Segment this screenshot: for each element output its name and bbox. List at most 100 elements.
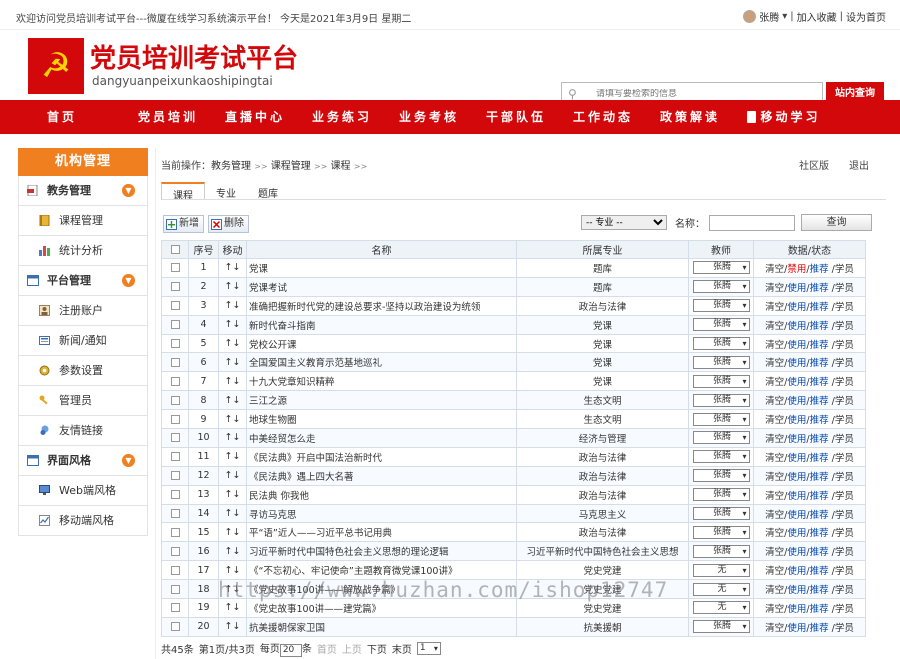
row-checkbox[interactable]: [170, 565, 180, 575]
teacher-select[interactable]: 张腾: [692, 299, 750, 313]
first-page-link[interactable]: 首页: [317, 641, 337, 656]
row-checkbox[interactable]: [170, 490, 180, 500]
table-row[interactable]: 15↑↓平“语”近人——习近平总书记用典政治与法律张腾清空/使用/推荐 /学员: [161, 522, 866, 543]
teacher-select[interactable]: 张腾: [692, 488, 750, 502]
teacher-select[interactable]: 无: [692, 563, 750, 577]
recommend-link[interactable]: 推荐: [810, 453, 829, 464]
recommend-link[interactable]: 推荐: [810, 585, 829, 596]
clear-link[interactable]: 清空: [765, 358, 784, 369]
sidebar-item-links[interactable]: 友情链接: [18, 416, 148, 446]
query-button[interactable]: 查询: [801, 214, 872, 231]
recommend-link[interactable]: 推荐: [810, 547, 829, 558]
recommend-link[interactable]: 推荐: [810, 396, 829, 407]
sidebar-item-web-style[interactable]: Web端风格: [18, 476, 148, 506]
last-page-link[interactable]: 末页: [392, 641, 412, 656]
name-input[interactable]: [709, 214, 795, 231]
table-row[interactable]: 1↑↓党课题库张腾清空/禁用/推荐 /学员: [161, 258, 866, 278]
table-row[interactable]: 11↑↓《民法典》开启中国法治新时代政治与法律张腾清空/使用/推荐 /学员: [161, 446, 866, 467]
students-link[interactable]: 学员: [835, 623, 854, 634]
page-size-input[interactable]: 20: [279, 644, 302, 657]
breadcrumb-item[interactable]: 课程: [331, 161, 351, 172]
status-toggle-link[interactable]: 使用: [787, 528, 806, 539]
move-arrows-icon[interactable]: ↑↓: [218, 503, 247, 524]
clear-link[interactable]: 清空: [765, 396, 784, 407]
sidebar-group-style[interactable]: 界面风格 ▼: [18, 446, 148, 476]
clear-link[interactable]: 清空: [765, 377, 784, 388]
status-toggle-link[interactable]: 使用: [787, 302, 806, 313]
row-checkbox[interactable]: [170, 357, 180, 367]
row-checkbox[interactable]: [170, 263, 180, 273]
chevron-down-icon[interactable]: ▼: [122, 184, 135, 197]
students-link[interactable]: 学员: [835, 472, 854, 483]
chevron-down-icon[interactable]: ▼: [122, 454, 135, 467]
nav-item-home[interactable]: 首页: [0, 100, 124, 134]
status-toggle-link[interactable]: 使用: [787, 510, 806, 521]
teacher-select[interactable]: 张腾: [692, 355, 750, 369]
students-link[interactable]: 学员: [835, 434, 854, 445]
status-toggle-link[interactable]: 使用: [787, 491, 806, 502]
delete-button[interactable]: 删除: [208, 215, 249, 233]
breadcrumb-item[interactable]: 教务管理: [211, 161, 251, 172]
move-arrows-icon[interactable]: ↑↓: [218, 276, 247, 297]
teacher-select[interactable]: 张腾: [692, 374, 750, 388]
move-arrows-icon[interactable]: ↑↓: [218, 333, 247, 354]
clear-link[interactable]: 清空: [765, 302, 784, 313]
teacher-select[interactable]: 无: [692, 582, 750, 596]
status-toggle-link[interactable]: 使用: [787, 547, 806, 558]
recommend-link[interactable]: 推荐: [810, 491, 829, 502]
recommend-link[interactable]: 推荐: [810, 604, 829, 615]
status-toggle-link[interactable]: 使用: [787, 566, 806, 577]
status-toggle-link[interactable]: 使用: [787, 377, 806, 388]
teacher-select[interactable]: 张腾: [692, 431, 750, 445]
user-name[interactable]: 张腾: [759, 9, 779, 24]
move-arrows-icon[interactable]: ↑↓: [218, 258, 247, 278]
table-row[interactable]: 20↑↓抗美援朝保家卫国抗美援朝张腾清空/使用/推荐 /学员: [161, 616, 866, 637]
status-toggle-link[interactable]: 使用: [787, 340, 806, 351]
nav-item-news[interactable]: 工作动态: [560, 100, 646, 134]
row-checkbox[interactable]: [170, 282, 180, 292]
recommend-link[interactable]: 推荐: [810, 321, 829, 332]
clear-link[interactable]: 清空: [765, 453, 784, 464]
table-row[interactable]: 5↑↓党校公开课党课张腾清空/使用/推荐 /学员: [161, 333, 866, 354]
clear-link[interactable]: 清空: [765, 472, 784, 483]
table-row[interactable]: 13↑↓民法典 你我他政治与法律张腾清空/使用/推荐 /学员: [161, 484, 866, 505]
teacher-select[interactable]: 张腾: [692, 525, 750, 539]
move-arrows-icon[interactable]: ↑↓: [218, 390, 247, 411]
sidebar-item-news[interactable]: 新闻/通知: [18, 326, 148, 356]
students-link[interactable]: 学员: [835, 302, 854, 313]
clear-link[interactable]: 清空: [765, 321, 784, 332]
clear-link[interactable]: 清空: [765, 415, 784, 426]
move-arrows-icon[interactable]: ↑↓: [218, 446, 247, 467]
table-row[interactable]: 16 ↑↓ 习近平新时代中国特色社会主义思想的理论逻辑 习近平新时代中国特色社会主义思…: [161, 541, 866, 562]
status-toggle-link[interactable]: 使用: [787, 415, 806, 426]
table-row[interactable]: 3↑↓准确把握新时代党的建设总要求-坚持以政治建设为统领政治与法律张腾清空/使用…: [161, 295, 866, 316]
status-toggle-link[interactable]: 使用: [787, 585, 806, 596]
row-checkbox[interactable]: [170, 603, 180, 613]
status-toggle-link[interactable]: 使用: [787, 321, 806, 332]
next-page-link[interactable]: 下页: [367, 641, 387, 656]
students-link[interactable]: 学员: [835, 321, 854, 332]
teacher-select[interactable]: 张腾: [692, 507, 750, 521]
students-link[interactable]: 学员: [835, 377, 854, 388]
recommend-link[interactable]: 推荐: [810, 283, 829, 294]
recommend-link[interactable]: 推荐: [810, 377, 829, 388]
tab-course[interactable]: 课程: [161, 182, 205, 202]
move-arrows-icon[interactable]: ↑↓: [218, 522, 247, 543]
table-row[interactable]: 9↑↓地球生物圈生态文明张腾清空/使用/推荐 /学员: [161, 409, 866, 430]
status-toggle-link[interactable]: 使用: [787, 358, 806, 369]
teacher-select[interactable]: 张腾: [692, 544, 750, 558]
students-link[interactable]: 学员: [835, 264, 854, 275]
recommend-link[interactable]: 推荐: [810, 358, 829, 369]
chevron-down-icon[interactable]: ▼: [122, 274, 135, 287]
row-checkbox[interactable]: [170, 509, 180, 519]
row-checkbox[interactable]: [170, 339, 180, 348]
row-checkbox[interactable]: [170, 622, 180, 632]
tab-question-bank[interactable]: 题库: [247, 182, 289, 200]
table-row[interactable]: 14↑↓寻访马克思马克思主义张腾清空/使用/推荐 /学员: [161, 503, 866, 524]
status-toggle-link[interactable]: 禁用: [787, 264, 806, 275]
clear-link[interactable]: 清空: [765, 264, 784, 275]
status-toggle-link[interactable]: 使用: [787, 623, 806, 634]
move-arrows-icon[interactable]: ↑↓: [218, 409, 247, 430]
logout-link[interactable]: 退出: [849, 161, 869, 172]
chevron-down-icon[interactable]: ▾: [782, 11, 787, 22]
